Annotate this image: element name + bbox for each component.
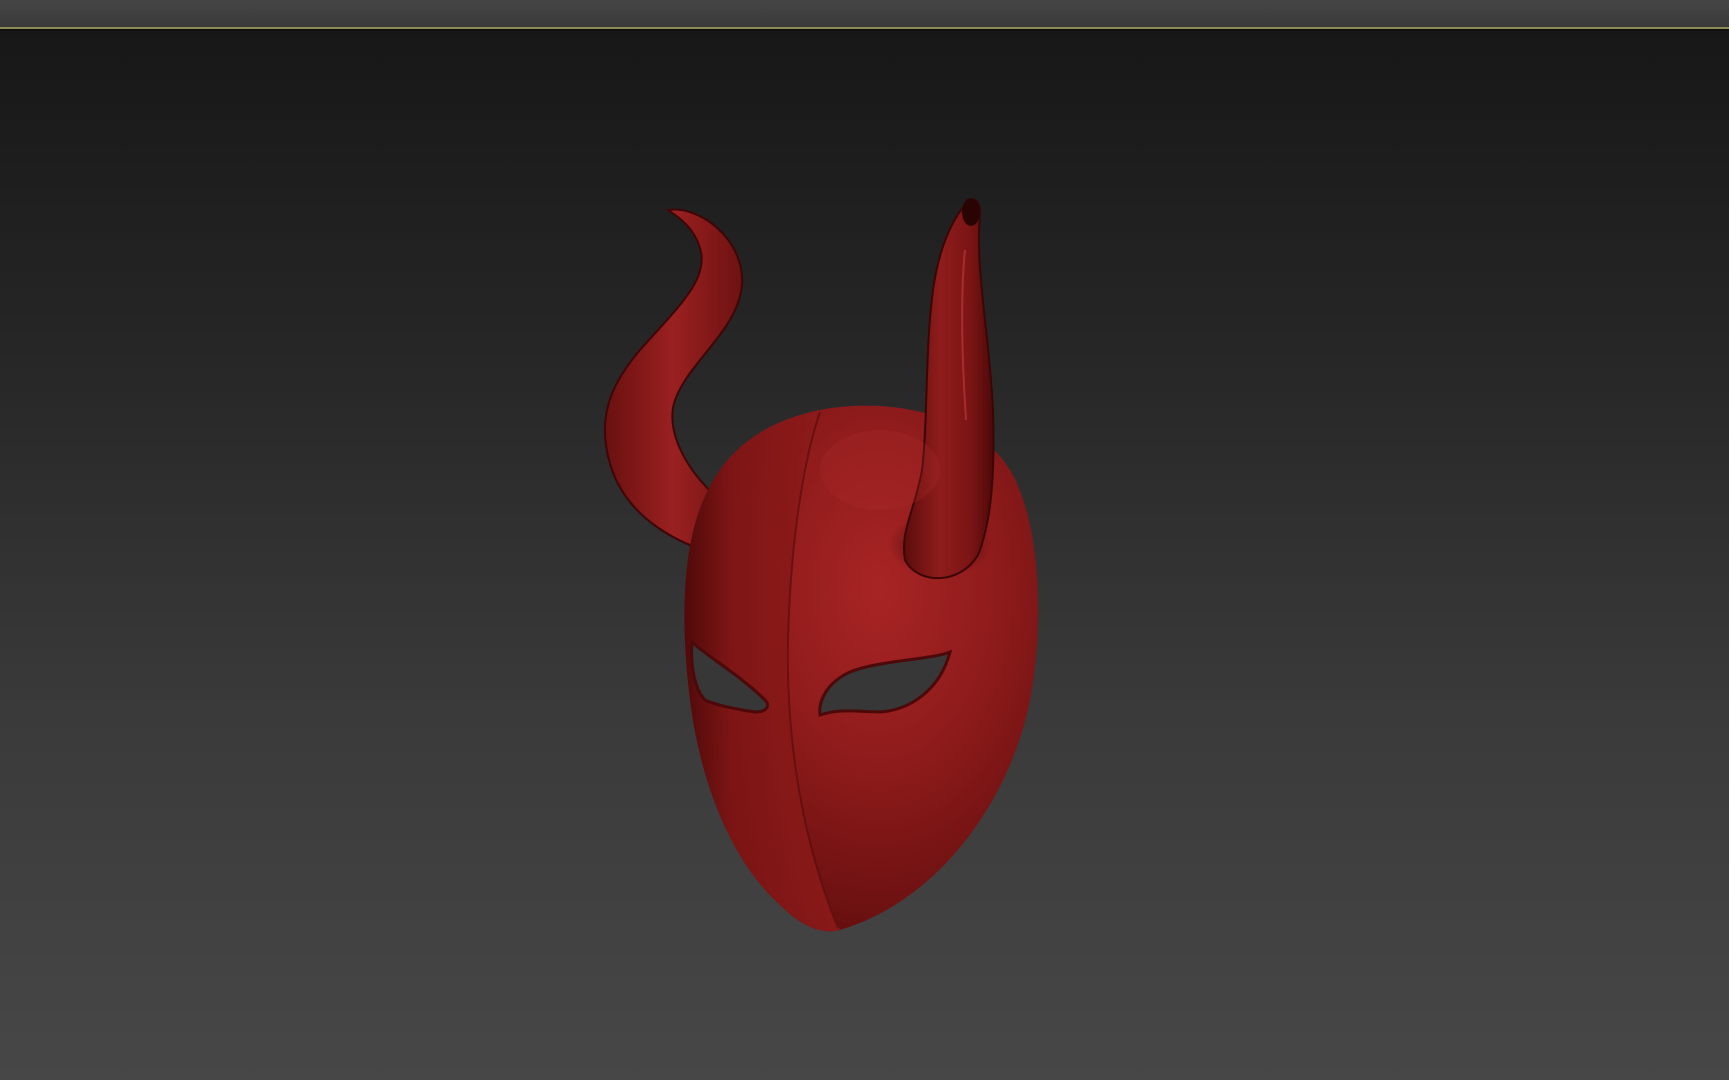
viewport-header xyxy=(0,0,1729,27)
perspective-viewport[interactable] xyxy=(0,29,1729,1080)
devil-mask-model[interactable] xyxy=(0,29,1729,1080)
right-horn-tip xyxy=(962,198,980,226)
forehead-highlight xyxy=(820,430,940,510)
right-horn xyxy=(903,198,995,580)
app-window xyxy=(0,0,1729,1080)
